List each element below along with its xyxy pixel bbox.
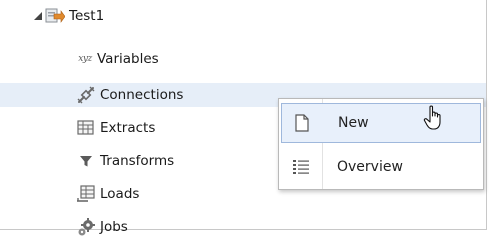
menu-item-overview[interactable]: Overview <box>281 147 481 187</box>
tree-item-extracts[interactable]: Extracts <box>76 116 155 140</box>
connection-plug-icon <box>76 85 96 105</box>
hand-pointer-cursor-icon <box>423 105 445 131</box>
xyz-icon: xyz <box>78 54 92 64</box>
new-document-icon <box>282 114 322 132</box>
loads-table-icon <box>76 184 96 204</box>
collapse-toggle-icon[interactable] <box>33 11 43 21</box>
extracts-table-icon <box>76 118 96 138</box>
tree-root-label: Test1 <box>69 8 105 24</box>
panel-bottom-border <box>0 229 487 230</box>
tree-item-connections[interactable]: Connections <box>76 83 183 107</box>
menu-item-new[interactable]: New <box>281 103 481 143</box>
tree-root-test1[interactable]: Test1 <box>45 4 104 28</box>
context-menu: New Overview <box>278 98 484 190</box>
tree-item-transforms[interactable]: Transforms <box>76 149 174 173</box>
filter-funnel-icon <box>76 151 96 171</box>
gears-icon <box>76 217 96 237</box>
tree-item-loads[interactable]: Loads <box>76 182 139 206</box>
list-icon <box>281 159 321 175</box>
project-icon <box>45 6 65 26</box>
tree-item-variables[interactable]: xyz Variables <box>76 47 158 71</box>
tree-item-jobs[interactable]: Jobs <box>76 215 128 239</box>
panel-right-border <box>486 0 487 230</box>
